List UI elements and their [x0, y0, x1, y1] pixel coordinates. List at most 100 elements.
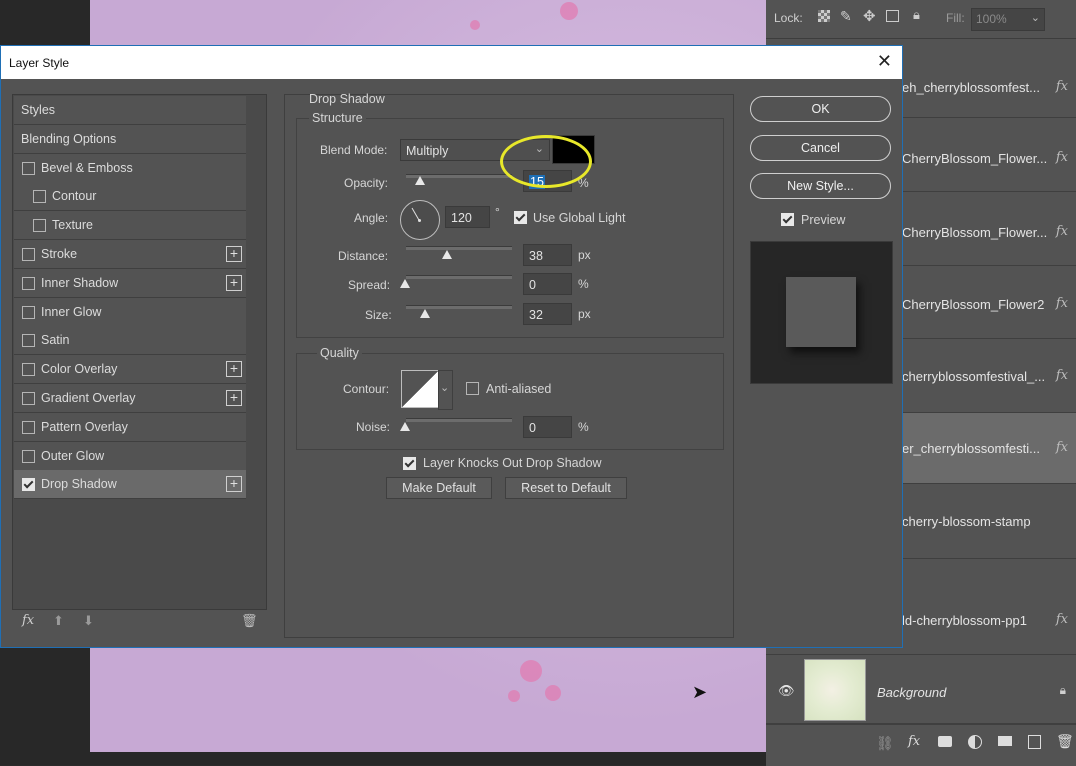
style-item-satin-checkbox[interactable]	[22, 334, 35, 348]
structure-group: Structure Blend Mode: Multiply ⌄ Opacity…	[296, 111, 724, 338]
move-down-icon[interactable]: ⬇	[83, 613, 94, 629]
fx-icon[interactable]: fx	[1056, 150, 1068, 165]
visibility-eye-icon[interactable]: 👁︎	[778, 683, 795, 699]
style-item-contour-checkbox[interactable]	[33, 190, 46, 204]
style-item-blending-options[interactable]: Blending Options	[14, 124, 246, 154]
layer-name: cherryblossomfestival_...	[902, 369, 1046, 384]
reset-default-button[interactable]: Reset to Default	[505, 477, 627, 499]
style-item-texture[interactable]: Texture	[14, 211, 246, 241]
add-style-item-inner-shadow-icon[interactable]: +	[226, 274, 242, 291]
noise-label: Noise:	[356, 420, 391, 434]
fx-icon[interactable]: fx	[1056, 79, 1068, 94]
global-light-label: Use Global Light	[533, 211, 626, 225]
style-item-outer-glow-checkbox[interactable]	[22, 449, 35, 463]
lock-artboard-icon[interactable]	[886, 10, 899, 22]
new-layer-icon[interactable]	[1028, 735, 1041, 749]
move-cursor-icon: ➤	[692, 682, 708, 702]
anti-aliased-checkbox[interactable]	[466, 382, 479, 395]
link-layers-icon[interactable]: ⛓	[876, 735, 894, 752]
add-effect-fx-icon[interactable]: fx	[22, 613, 34, 628]
lock-brush-icon[interactable]: ✎	[840, 8, 852, 25]
lock-all-icon[interactable]: 🔒︎	[913, 7, 920, 23]
size-input[interactable]: 32	[523, 303, 572, 325]
style-item-inner-glow[interactable]: Inner Glow	[14, 297, 246, 327]
style-item-bevel-emboss-checkbox[interactable]	[22, 161, 35, 175]
distance-slider[interactable]	[406, 246, 512, 250]
layer-thumbnail[interactable]	[804, 659, 866, 721]
style-item-color-overlay-checkbox[interactable]	[22, 363, 35, 377]
styles-scrollbar[interactable]	[246, 95, 265, 609]
layer-name: eh_cherryblossomfest...	[902, 80, 1041, 95]
fx-icon[interactable]: fx	[1056, 440, 1068, 455]
noise-input[interactable]: 0	[523, 416, 572, 438]
global-light-checkbox[interactable]	[514, 211, 527, 224]
layer-name: ld-cherryblossom-pp1	[902, 613, 1027, 628]
cancel-button[interactable]: Cancel	[750, 135, 891, 161]
style-item-inner-shadow-checkbox[interactable]	[22, 276, 35, 290]
spread-slider[interactable]	[406, 275, 512, 279]
spread-input[interactable]: 0	[523, 273, 572, 295]
style-item-satin[interactable]: Satin	[14, 326, 246, 356]
move-up-icon[interactable]: ⬆	[53, 613, 64, 629]
style-item-gradient-overlay-checkbox[interactable]	[22, 392, 35, 405]
add-style-item-color-overlay-icon[interactable]: +	[226, 361, 242, 378]
add-style-item-gradient-overlay-icon[interactable]: +	[226, 390, 242, 406]
contour-dropdown[interactable]: ⌄	[438, 370, 453, 410]
new-style-button[interactable]: New Style...	[750, 173, 891, 199]
layer-name: Background	[877, 685, 947, 700]
add-style-item-drop-shadow-icon[interactable]: +	[226, 476, 242, 493]
style-item-styles[interactable]: Styles	[14, 96, 246, 125]
style-item-drop-shadow[interactable]: Drop Shadow +	[14, 470, 246, 500]
distance-input[interactable]: 38	[523, 244, 572, 266]
dialog-titlebar[interactable]: Layer Style ✕	[1, 46, 902, 79]
style-item-drop-shadow-checkbox[interactable]	[22, 478, 35, 492]
style-item-stroke-label: Stroke	[41, 247, 78, 261]
fx-icon[interactable]: fx	[1056, 612, 1068, 627]
style-item-inner-shadow[interactable]: Inner Shadow +	[14, 268, 246, 298]
make-default-button[interactable]: Make Default	[386, 477, 492, 499]
layer-row-background[interactable]: 👁︎ Background 🔒︎	[766, 655, 1076, 724]
noise-slider-thumb[interactable]	[400, 422, 410, 431]
chevron-down-icon[interactable]: ⌄	[1031, 11, 1040, 24]
angle-input[interactable]: 120	[445, 206, 490, 228]
close-icon[interactable]: ✕	[877, 51, 892, 72]
style-item-contour[interactable]: Contour	[14, 182, 246, 212]
fx-icon[interactable]: fx	[1056, 296, 1068, 311]
fill-input[interactable]: 100% ⌄	[971, 8, 1045, 31]
size-value: 32	[529, 308, 543, 322]
spread-slider-thumb[interactable]	[400, 279, 410, 288]
preview-checkbox[interactable]	[781, 213, 794, 226]
add-mask-icon[interactable]	[938, 736, 952, 747]
styles-list: Styles Blending Options Bevel & Emboss Cont…	[12, 94, 267, 610]
contour-preview[interactable]	[401, 370, 439, 408]
new-group-icon[interactable]	[998, 736, 1012, 746]
opacity-slider-thumb[interactable]	[415, 176, 425, 185]
style-item-stroke[interactable]: Stroke +	[14, 240, 246, 269]
lock-move-icon[interactable]: ✥	[863, 7, 876, 25]
adjustment-layer-icon[interactable]	[968, 735, 982, 749]
style-item-texture-checkbox[interactable]	[33, 219, 46, 233]
lock-transparent-icon[interactable]	[818, 10, 830, 22]
style-item-color-overlay[interactable]: Color Overlay +	[14, 355, 246, 385]
knockout-checkbox[interactable]	[403, 457, 416, 470]
style-item-pattern-overlay[interactable]: Pattern Overlay	[14, 412, 246, 442]
trash-icon[interactable]: 🗑︎	[1056, 733, 1074, 750]
style-item-gradient-overlay[interactable]: Gradient Overlay +	[14, 384, 246, 413]
style-item-inner-glow-checkbox[interactable]	[22, 305, 35, 319]
fx-icon[interactable]: fx	[1056, 224, 1068, 239]
ok-button[interactable]: OK	[750, 96, 891, 122]
style-item-outer-glow[interactable]: Outer Glow	[14, 441, 246, 471]
distance-slider-thumb[interactable]	[442, 250, 452, 259]
add-style-icon[interactable]: fx	[908, 734, 920, 749]
add-style-item-stroke-icon[interactable]: +	[226, 246, 242, 262]
fx-icon[interactable]: fx	[1056, 368, 1068, 383]
style-item-stroke-checkbox[interactable]	[22, 248, 35, 261]
blend-mode-value: Multiply	[406, 144, 449, 158]
delete-effect-icon[interactable]: 🗑︎	[241, 613, 258, 629]
noise-slider[interactable]	[406, 418, 512, 422]
size-slider-thumb[interactable]	[420, 309, 430, 318]
style-item-pattern-overlay-checkbox[interactable]	[22, 420, 35, 434]
angle-dial[interactable]	[400, 200, 440, 240]
flower-blot	[560, 2, 578, 20]
style-item-bevel-emboss[interactable]: Bevel & Emboss	[14, 153, 246, 183]
